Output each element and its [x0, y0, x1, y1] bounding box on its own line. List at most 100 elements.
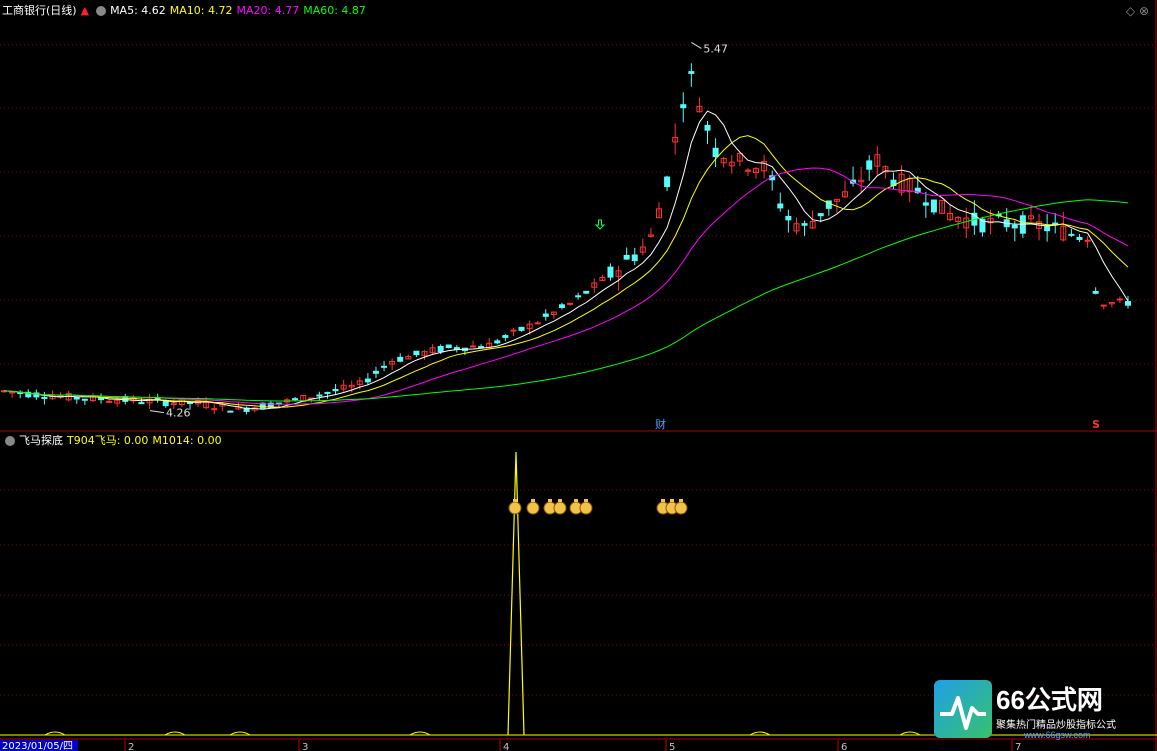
candle — [486, 338, 493, 349]
indicator-name[interactable]: 飞马探底 — [19, 434, 63, 447]
candle-body — [1125, 300, 1131, 306]
candle — [413, 350, 420, 358]
candle — [81, 398, 88, 405]
chart-canvas[interactable]: 5.47 4.26 财 S 2023/01/05/四 2 3 4 5 6 7 — [0, 0, 1157, 751]
candles — [1, 63, 1131, 415]
candle — [947, 204, 954, 222]
candle — [98, 393, 105, 404]
indicator-dropdown-icon[interactable] — [5, 436, 15, 446]
candle — [591, 278, 598, 293]
candle-body — [73, 396, 80, 400]
candle — [502, 334, 509, 342]
candle-body — [437, 345, 444, 352]
candle-body — [567, 302, 574, 305]
candle-body — [688, 71, 695, 74]
candle — [647, 227, 654, 238]
money-bag-neck — [531, 499, 535, 502]
candle — [720, 156, 727, 168]
money-bag-body — [674, 501, 688, 515]
up-arrow-icon: ▲ — [80, 4, 90, 17]
candle — [575, 292, 582, 300]
candle — [801, 220, 808, 236]
candle — [631, 247, 638, 266]
candle — [429, 344, 436, 355]
candle-body — [81, 398, 88, 401]
money-bag-icon — [508, 499, 522, 515]
candle-body — [623, 254, 630, 260]
candle — [340, 379, 347, 392]
candle-body — [494, 340, 501, 344]
candle-body — [1100, 304, 1107, 307]
candle — [154, 393, 161, 403]
candle-body — [445, 344, 452, 349]
candle-body — [1116, 298, 1123, 301]
candle — [1084, 236, 1091, 248]
candle-body — [413, 350, 420, 356]
candle-body — [211, 408, 218, 411]
close-circle-icon[interactable]: ⊗ — [1139, 4, 1149, 18]
candle — [1068, 228, 1075, 238]
low-pointer — [149, 410, 165, 414]
fin-marker: 财 — [655, 417, 666, 431]
candle-body — [1076, 236, 1083, 240]
money-bag-body — [553, 501, 567, 515]
candle-body — [162, 401, 169, 407]
indicator-spike — [507, 451, 525, 736]
low-label: 4.26 — [166, 407, 191, 420]
window-controls[interactable]: ◇ ⊗ — [1126, 4, 1149, 18]
candle — [178, 398, 185, 407]
candle — [470, 340, 477, 348]
candle — [372, 366, 379, 379]
candle — [680, 92, 687, 123]
candle — [664, 175, 671, 192]
candle-body — [510, 329, 517, 332]
candle-body — [9, 391, 16, 394]
candle — [761, 154, 768, 179]
stock-title[interactable]: 工商银行(日线) — [2, 4, 77, 17]
candle-body — [397, 356, 404, 362]
candle — [558, 302, 565, 310]
candle — [955, 216, 962, 229]
candle — [397, 353, 404, 363]
candle — [364, 373, 371, 386]
candle — [1044, 213, 1051, 242]
candle-body — [292, 398, 299, 401]
month-label: 4 — [503, 742, 509, 751]
candle — [1052, 212, 1059, 234]
candle-body — [227, 410, 234, 413]
candle — [866, 155, 873, 181]
money-bag-neck — [584, 499, 588, 502]
candle — [785, 209, 792, 233]
candle-body — [712, 147, 719, 158]
candle-body — [542, 313, 549, 317]
money-bag-icon — [674, 499, 688, 515]
candle — [753, 167, 760, 179]
indicator-header: 飞马探底 T904飞马: 0.00 M1014: 0.00 — [2, 433, 226, 449]
candle-body — [777, 203, 784, 209]
m1014-label: M1014: 0.00 — [152, 434, 222, 447]
candle-body — [785, 215, 792, 221]
money-bag-neck — [661, 499, 665, 502]
candle-body — [106, 400, 113, 403]
candle — [922, 191, 929, 218]
candle-body — [41, 397, 48, 400]
dropdown-icon[interactable] — [96, 6, 107, 16]
month-label: 3 — [302, 742, 308, 751]
candle — [696, 97, 703, 113]
candle — [510, 327, 517, 337]
money-bag-neck — [670, 499, 674, 502]
candle — [227, 410, 234, 413]
candle — [494, 338, 501, 345]
candle — [550, 311, 557, 319]
candle — [146, 393, 153, 409]
money-bag-neck — [558, 499, 562, 502]
watermark-logo-icon — [934, 680, 992, 738]
candle — [332, 383, 339, 395]
candle — [259, 402, 266, 409]
diamond-icon[interactable]: ◇ — [1126, 4, 1135, 18]
candle — [567, 302, 574, 306]
candle — [728, 154, 735, 174]
candle-body — [332, 388, 339, 392]
candle — [445, 344, 452, 349]
high-label: 5.47 — [703, 42, 728, 55]
